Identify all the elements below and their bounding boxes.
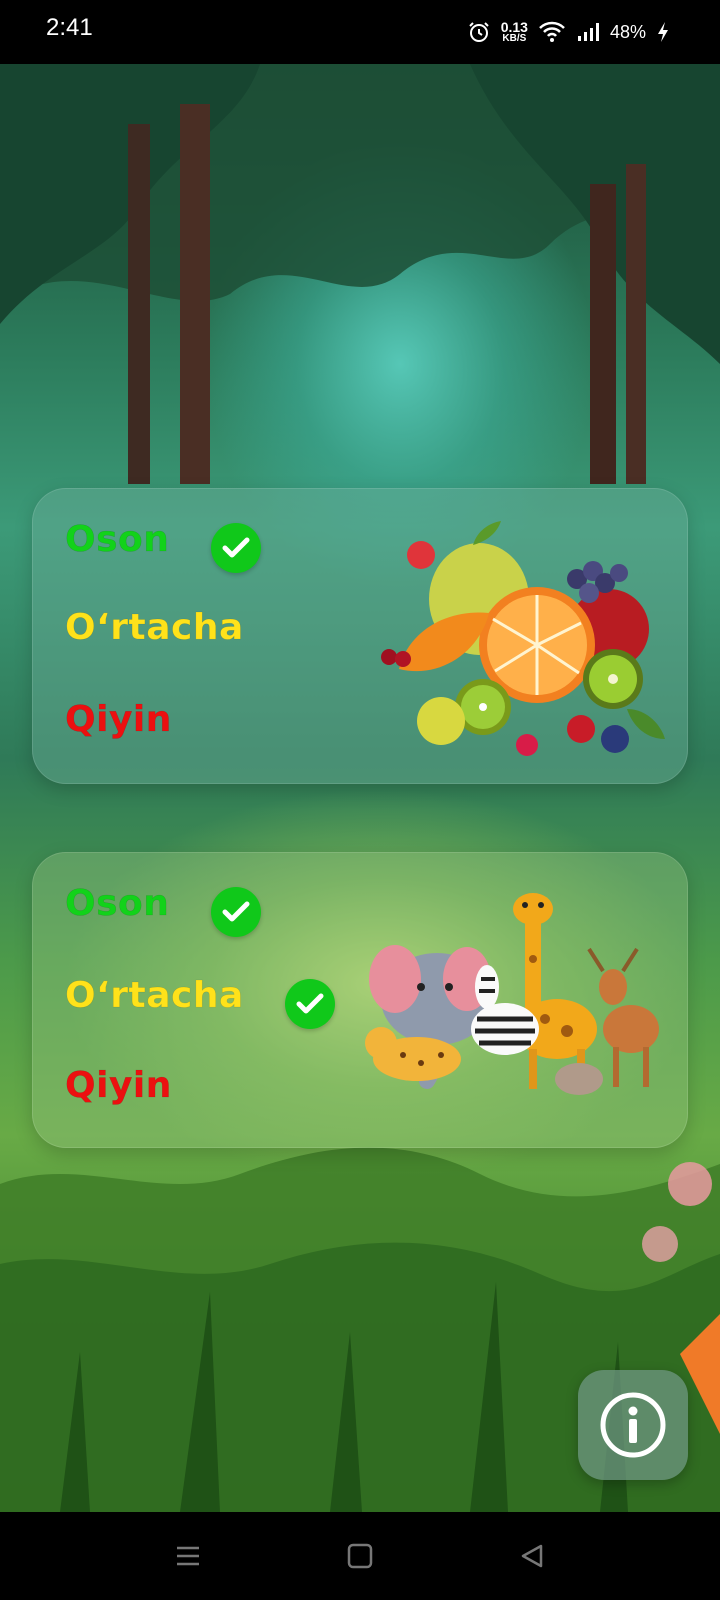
check-icon — [285, 979, 335, 1029]
menu-button[interactable] — [168, 1540, 208, 1572]
level-medium-animals[interactable]: O‘rtacha — [65, 975, 244, 1017]
jungle-background — [0, 64, 720, 1512]
status-time: 2:41 — [46, 14, 93, 41]
home-button[interactable] — [340, 1540, 380, 1572]
check-icon — [211, 887, 261, 937]
level-hard-fruits[interactable]: Qiyin — [65, 699, 172, 741]
battery-percent: 48% — [609, 21, 646, 42]
system-nav-bar — [0, 1512, 720, 1600]
info-button[interactable] — [578, 1370, 688, 1480]
level-hard-animals[interactable]: Qiyin — [65, 1065, 172, 1107]
alarm-icon — [469, 22, 489, 42]
category-card-fruits[interactable]: Oson O‘rtacha Qiyin — [32, 488, 688, 784]
back-button[interactable] — [512, 1540, 552, 1572]
level-easy-animals[interactable]: Oson — [65, 883, 169, 925]
fruits-illustration — [381, 521, 665, 756]
signal-icon — [577, 23, 599, 41]
level-medium-fruits[interactable]: O‘rtacha — [65, 607, 244, 649]
net-speed-value: 0.13 — [500, 19, 528, 35]
category-card-animals[interactable]: Oson O‘rtacha Qiyin — [32, 852, 688, 1148]
net-speed-unit: KB/S — [502, 33, 527, 44]
battery-charging-icon — [658, 22, 668, 42]
back-icon — [521, 1544, 543, 1568]
tree-canopy — [0, 64, 720, 484]
status-icons: 0.13 KB/S 48% — [467, 16, 670, 48]
level-easy-fruits[interactable]: Oson — [65, 519, 169, 561]
net-speed: 0.13 KB/S — [501, 20, 528, 44]
check-icon — [211, 523, 261, 573]
animals-illustration — [365, 893, 659, 1095]
info-icon — [600, 1392, 666, 1458]
wifi-icon — [539, 21, 565, 42]
menu-icon — [177, 1546, 199, 1566]
home-icon — [347, 1543, 373, 1569]
status-bar: 2:41 0.13 KB/S 48% — [0, 0, 720, 64]
